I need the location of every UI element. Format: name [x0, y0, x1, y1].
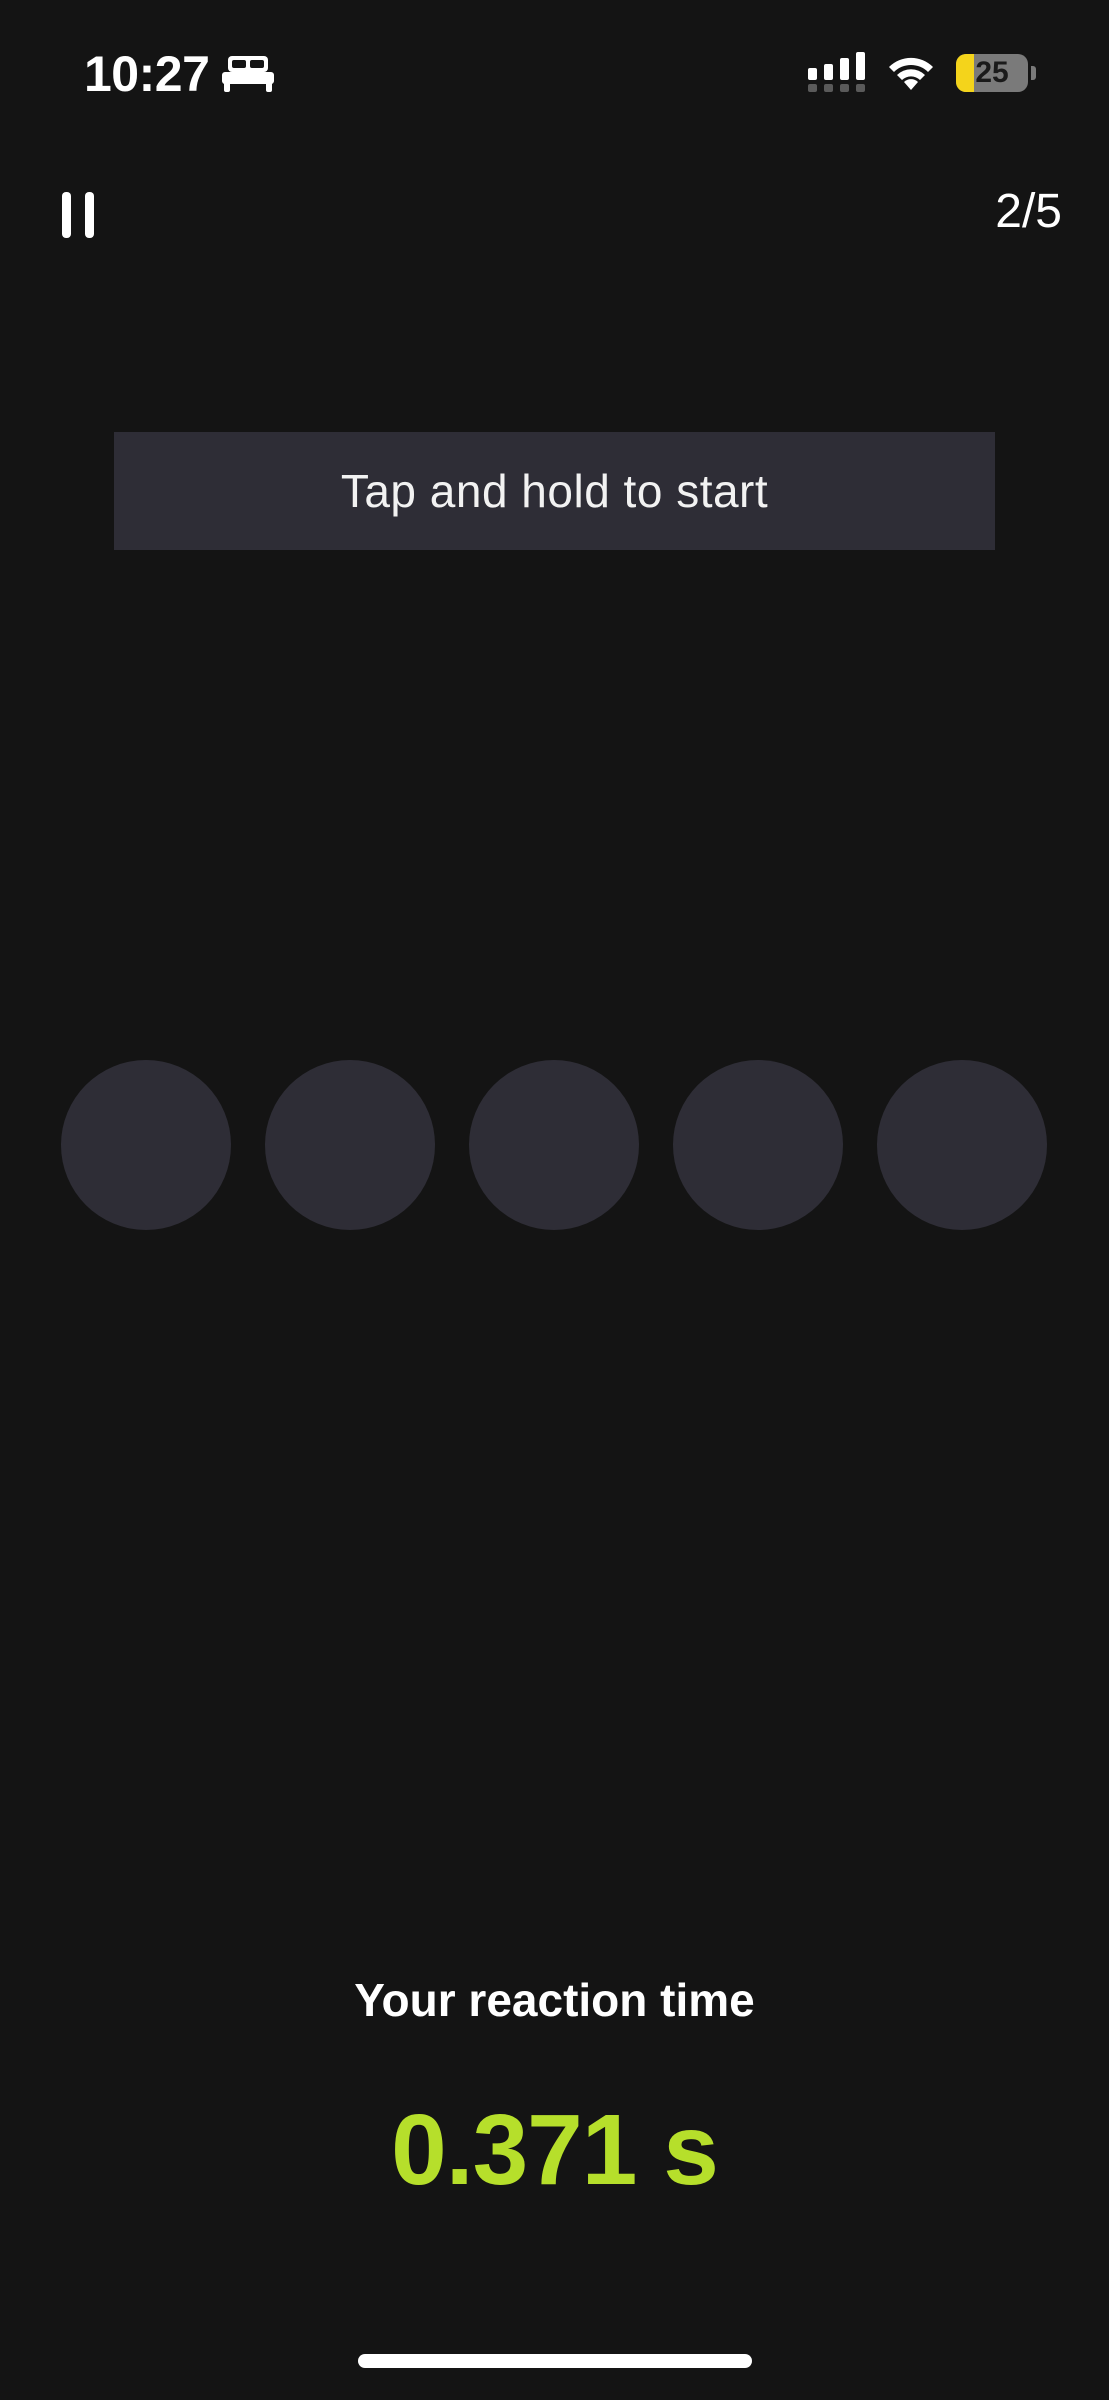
reaction-time-label: Your reaction time [354, 1974, 755, 2026]
battery-icon: 25 [956, 54, 1028, 92]
pause-icon-bar [85, 192, 94, 238]
start-light [673, 1060, 843, 1230]
start-light [265, 1060, 435, 1230]
cellular-signal-icon [808, 52, 865, 92]
wifi-icon [889, 57, 933, 90]
bed-icon [222, 56, 274, 92]
start-light [61, 1060, 231, 1230]
start-lights[interactable] [0, 1060, 1109, 1230]
instruction-banner: Tap and hold to start [114, 432, 995, 550]
reaction-time-value: 0.371 s [391, 2094, 719, 2206]
status-bar-time: 10:27 [84, 46, 210, 102]
start-light [469, 1060, 639, 1230]
start-light [877, 1060, 1047, 1230]
pause-button[interactable] [52, 180, 108, 244]
battery-cap [1031, 66, 1036, 80]
round-counter: 2/5 [995, 185, 1062, 238]
instruction-text: Tap and hold to start [340, 465, 769, 517]
home-indicator[interactable] [358, 2354, 752, 2368]
battery-percentage: 25 [975, 56, 1009, 89]
pause-icon [62, 192, 71, 238]
